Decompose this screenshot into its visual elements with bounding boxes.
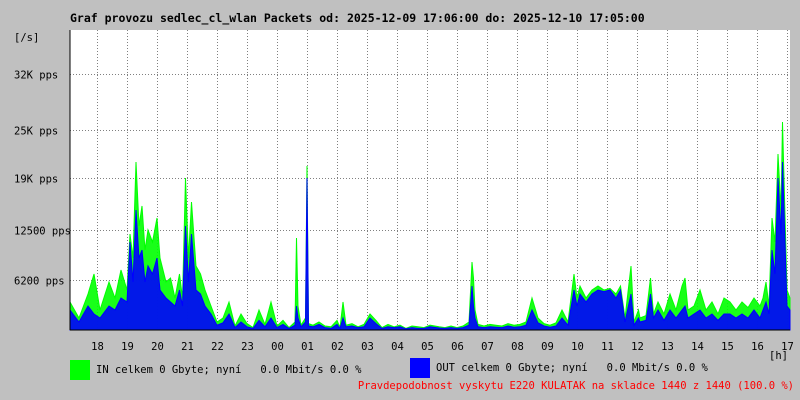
y-tick-label: 19K pps [14,174,58,186]
legend-out-swatch [410,358,430,378]
y-tick-label: 25K pps [14,126,58,138]
x-tick-label: 19 [121,341,134,353]
legend-in-swatch [70,360,90,380]
x-tick-label: 21 [181,341,194,353]
x-tick-label: 23 [241,341,254,353]
x-tick-label: 05 [421,341,434,353]
x-tick-label: 20 [151,341,164,353]
x-tick-label: 06 [451,341,464,353]
x-tick-label: 22 [211,341,224,353]
x-tick-label: 07 [481,341,494,353]
x-tick-label: 12 [631,341,644,353]
x-tick-label: 18 [91,341,104,353]
x-unit-label: [h] [769,350,788,362]
x-tick-label: 14 [691,341,704,353]
footer-note: Pravdepodobnost vyskytu E220 KULATAK na … [357,380,794,392]
legend-in-text: IN celkem 0 Gbyte; nyní 0.0 Mbit/s 0.0 % [96,364,362,376]
x-tick-label: 13 [661,341,674,353]
y-tick-label: 32K pps [14,70,58,82]
x-tick-label: 11 [601,341,614,353]
x-tick-label: 15 [721,341,734,353]
x-tick-label: 08 [511,341,524,353]
x-tick-label: 04 [391,341,404,353]
y-unit-label: [/s] [14,32,39,44]
x-tick-label: 03 [361,341,374,353]
x-tick-label: 01 [301,341,314,353]
x-tick-label: 02 [331,341,344,353]
legend-out-text: OUT celkem 0 Gbyte; nyní 0.0 Mbit/s 0.0 … [436,362,708,374]
x-tick-label: 00 [271,341,284,353]
x-tick-label: 10 [571,341,584,353]
legend-out: OUT celkem 0 Gbyte; nyní 0.0 Mbit/s 0.0 … [410,357,708,379]
y-tick-label: 12500 pps [14,226,71,238]
legend-in: IN celkem 0 Gbyte; nyní 0.0 Mbit/s 0.0 % [70,359,362,381]
x-tick-label: 16 [751,341,764,353]
y-tick-label: 6200 pps [14,276,65,288]
x-tick-label: 09 [541,341,554,353]
traffic-chart: 6200 pps 12500 pps 19K pps 25K pps 32K pps 18… [14,30,794,362]
